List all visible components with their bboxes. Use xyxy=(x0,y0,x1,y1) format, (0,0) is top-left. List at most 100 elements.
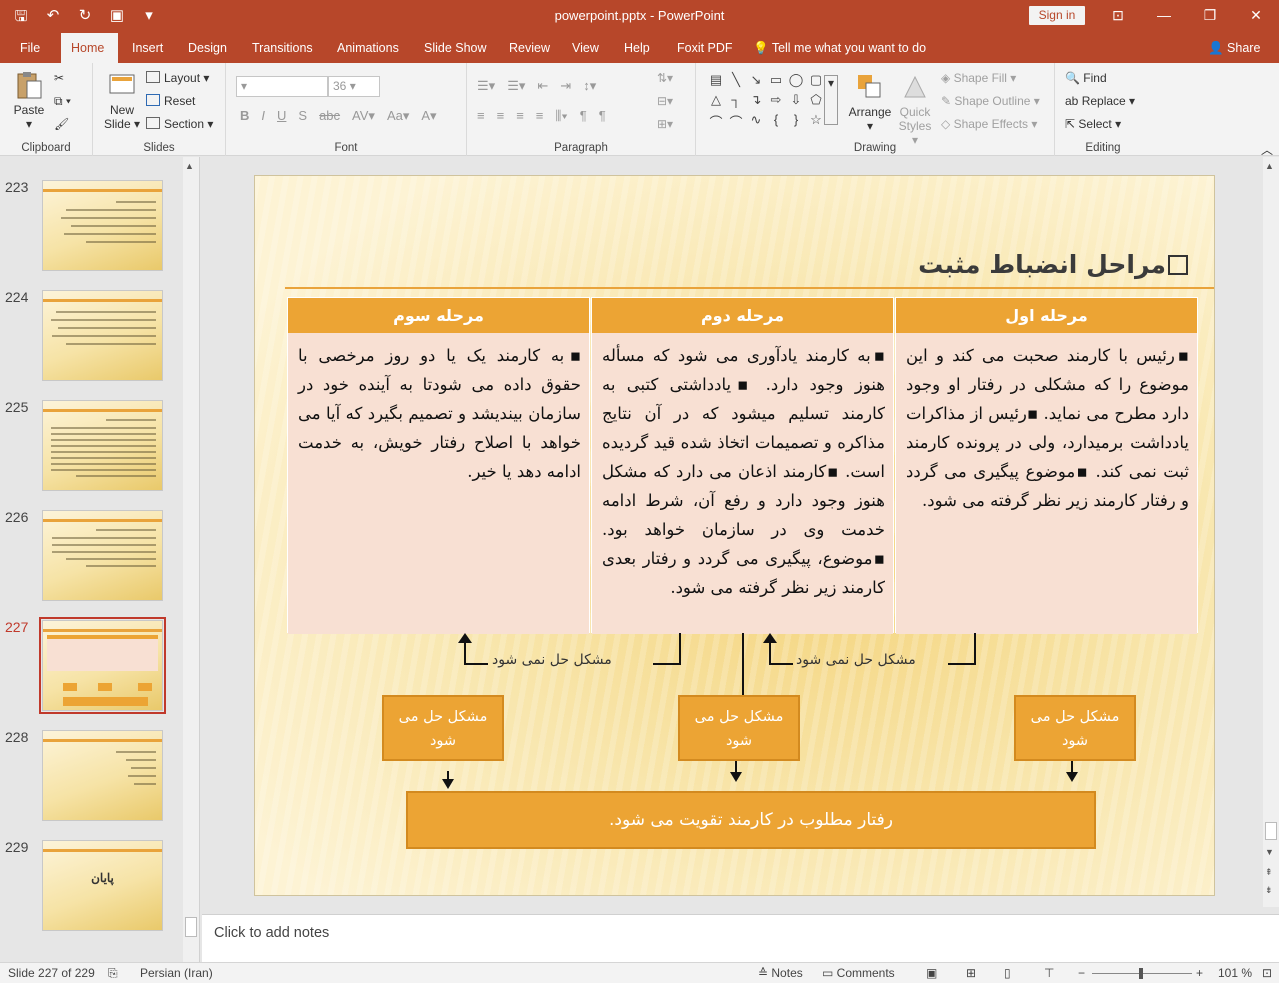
quick-styles-button[interactable]: Quick Styles ▾ xyxy=(894,71,936,147)
close-icon[interactable]: ✕ xyxy=(1233,0,1279,33)
right-brace-icon[interactable]: } xyxy=(786,112,806,132)
scroll-thumb[interactable] xyxy=(1265,822,1277,840)
down-arrow-shape-icon[interactable]: ⇩ xyxy=(786,92,806,112)
ltr-icon[interactable]: ¶ xyxy=(599,108,606,124)
columns-icon[interactable]: ⫼▾ xyxy=(555,108,567,124)
char-spacing-icon[interactable]: AV▾ xyxy=(352,108,375,124)
slide-scrollbar[interactable]: ▲ ▼ ⇞ ⇟ xyxy=(1263,157,1279,907)
elbow-arrow-icon[interactable]: ↴ xyxy=(746,92,766,112)
restore-icon[interactable]: ❐ xyxy=(1187,0,1233,33)
align-right-icon[interactable]: ≡ xyxy=(516,108,524,124)
result-box[interactable]: رفتار مطلوب در کارمند تقویت می شود. xyxy=(406,791,1096,849)
flowchart-shape-icon[interactable]: ⬠ xyxy=(806,92,826,112)
zoom-out-icon[interactable]: − xyxy=(1078,966,1085,980)
shape-outline-button[interactable]: ✎ Shape Outline ▾ xyxy=(941,94,1040,108)
cut-icon[interactable]: ✂ xyxy=(54,71,64,85)
star-shape-icon[interactable]: ☆ xyxy=(806,112,826,132)
increase-indent-icon[interactable]: ⇥ xyxy=(560,78,571,94)
slide-thumbnail-223[interactable] xyxy=(42,180,163,271)
curve-shape-icon[interactable]: ⌒ xyxy=(706,112,726,132)
fit-to-window-icon[interactable]: ⊡ xyxy=(1262,966,1272,980)
tab-review[interactable]: Review xyxy=(499,33,560,63)
text-direction-icon[interactable]: ⇅▾ xyxy=(657,71,673,85)
wave-shape-icon[interactable]: ∿ xyxy=(746,112,766,132)
font-size-combo[interactable]: 36 ▾ xyxy=(328,76,380,97)
new-slide-button[interactable]: New Slide ▾ xyxy=(101,69,143,131)
shadow-icon[interactable]: S xyxy=(298,108,307,124)
spell-check-icon[interactable]: ⎘ xyxy=(108,966,118,981)
shapes-gallery[interactable]: ▤ ╲ ↘ ▭ ◯ ▢ △ ┐ ↴ ⇨ ⇩ ⬠ ⌒ ⌒ ∿{} ☆ xyxy=(706,72,826,132)
arrow-line-shape-icon[interactable]: ↘ xyxy=(746,72,766,92)
textbox-shape-icon[interactable]: ▤ xyxy=(706,72,726,92)
layout-button[interactable]: Layout ▾ xyxy=(146,71,209,85)
font-name-combo[interactable]: ▾ xyxy=(236,76,328,97)
numbering-icon[interactable]: ☰▾ xyxy=(507,78,525,94)
smartart-icon[interactable]: ⊞▾ xyxy=(657,117,673,131)
decrease-indent-icon[interactable]: ⇤ xyxy=(537,78,548,94)
solved-box-2[interactable]: مشکل حل می شود xyxy=(678,695,800,761)
slide-thumbnail-228[interactable] xyxy=(42,730,163,821)
solved-box-3[interactable]: مشکل حل می شود xyxy=(382,695,504,761)
previous-slide-icon[interactable]: ⇞ xyxy=(1265,867,1273,878)
reading-view-icon[interactable]: ▯ xyxy=(1004,966,1011,980)
format-painter-icon[interactable]: 🖌 xyxy=(54,117,69,131)
slide-thumbnail-226[interactable] xyxy=(42,510,163,601)
tab-insert[interactable]: Insert xyxy=(122,33,173,63)
arrange-button[interactable]: Arrange ▾ xyxy=(846,71,894,133)
find-button[interactable]: 🔍 Find xyxy=(1065,71,1107,85)
italic-icon[interactable]: I xyxy=(261,108,265,124)
change-case-icon[interactable]: Aa▾ xyxy=(387,108,409,124)
select-button[interactable]: ⇱ Select ▾ xyxy=(1065,117,1121,131)
font-color-icon[interactable]: A▾ xyxy=(421,108,436,124)
scroll-up-icon[interactable]: ▲ xyxy=(185,161,194,171)
slide-thumbnail-227[interactable] xyxy=(39,617,166,714)
shape-effects-button[interactable]: ◇ Shape Effects ▾ xyxy=(941,117,1037,131)
tab-animations[interactable]: Animations xyxy=(327,33,409,63)
reset-button[interactable]: Reset xyxy=(146,94,195,108)
align-center-icon[interactable]: ≡ xyxy=(497,108,505,124)
tab-foxit-pdf[interactable]: Foxit PDF xyxy=(667,33,743,63)
minimize-icon[interactable]: — xyxy=(1141,0,1187,33)
align-text-icon[interactable]: ⊟▾ xyxy=(657,94,673,108)
slide-thumbnail-225[interactable] xyxy=(42,400,163,491)
slide-thumbnail-224[interactable] xyxy=(42,290,163,381)
triangle-shape-icon[interactable]: △ xyxy=(706,92,726,112)
rounded-rect-shape-icon[interactable]: ▢ xyxy=(806,72,826,92)
notes-pane[interactable]: Click to add notes xyxy=(202,914,1279,962)
notes-toggle[interactable]: ≙ Notes xyxy=(758,966,803,980)
strikethrough-icon[interactable]: abc xyxy=(319,108,340,124)
align-left-icon[interactable]: ≡ xyxy=(477,108,485,124)
share-button[interactable]: 👤 Share xyxy=(1208,33,1260,63)
copy-icon[interactable]: ⧉ ▾ xyxy=(54,94,71,109)
normal-view-icon[interactable]: ▣ xyxy=(926,966,937,980)
tab-slide-show[interactable]: Slide Show xyxy=(414,33,497,63)
tab-transitions[interactable]: Transitions xyxy=(242,33,323,63)
collapse-ribbon-icon[interactable]: ︿ xyxy=(1261,141,1273,158)
underline-icon[interactable]: U xyxy=(277,108,286,124)
arc-shape-icon[interactable]: ⌒ xyxy=(726,112,746,132)
justify-icon[interactable]: ≡ xyxy=(536,108,544,124)
right-arrow-shape-icon[interactable]: ⇨ xyxy=(766,92,786,112)
slide-canvas[interactable]: مراحل انضباط مثبت مرحله اول ▪رئیس با کار… xyxy=(254,175,1215,896)
left-brace-icon[interactable]: { xyxy=(766,112,786,132)
elbow-connector-icon[interactable]: ┐ xyxy=(726,92,746,112)
oval-shape-icon[interactable]: ◯ xyxy=(786,72,806,92)
section-button[interactable]: Section ▾ xyxy=(146,117,213,131)
rectangle-shape-icon[interactable]: ▭ xyxy=(766,72,786,92)
tab-view[interactable]: View xyxy=(562,33,609,63)
paste-button[interactable]: Paste ▾ xyxy=(8,69,50,131)
scroll-down-icon[interactable]: ▼ xyxy=(1265,847,1274,857)
tab-home[interactable]: Home xyxy=(61,33,118,63)
stages-table[interactable]: مرحله اول ▪رئیس با کارمند صحبت می کند و … xyxy=(287,297,1199,634)
notes-placeholder[interactable]: Click to add notes xyxy=(214,925,329,941)
bullets-icon[interactable]: ☰▾ xyxy=(477,78,495,94)
scroll-up-icon[interactable]: ▲ xyxy=(1265,161,1274,171)
zoom-slider-knob[interactable] xyxy=(1139,968,1143,979)
line-shape-icon[interactable]: ╲ xyxy=(726,72,746,92)
scroll-thumb[interactable] xyxy=(185,917,197,937)
line-spacing-icon[interactable]: ↕▾ xyxy=(583,78,596,94)
tab-file[interactable]: File xyxy=(10,33,50,63)
slide-sorter-icon[interactable]: ⊞ xyxy=(966,966,976,980)
zoom-in-icon[interactable]: + xyxy=(1196,966,1203,980)
tab-help[interactable]: Help xyxy=(614,33,660,63)
